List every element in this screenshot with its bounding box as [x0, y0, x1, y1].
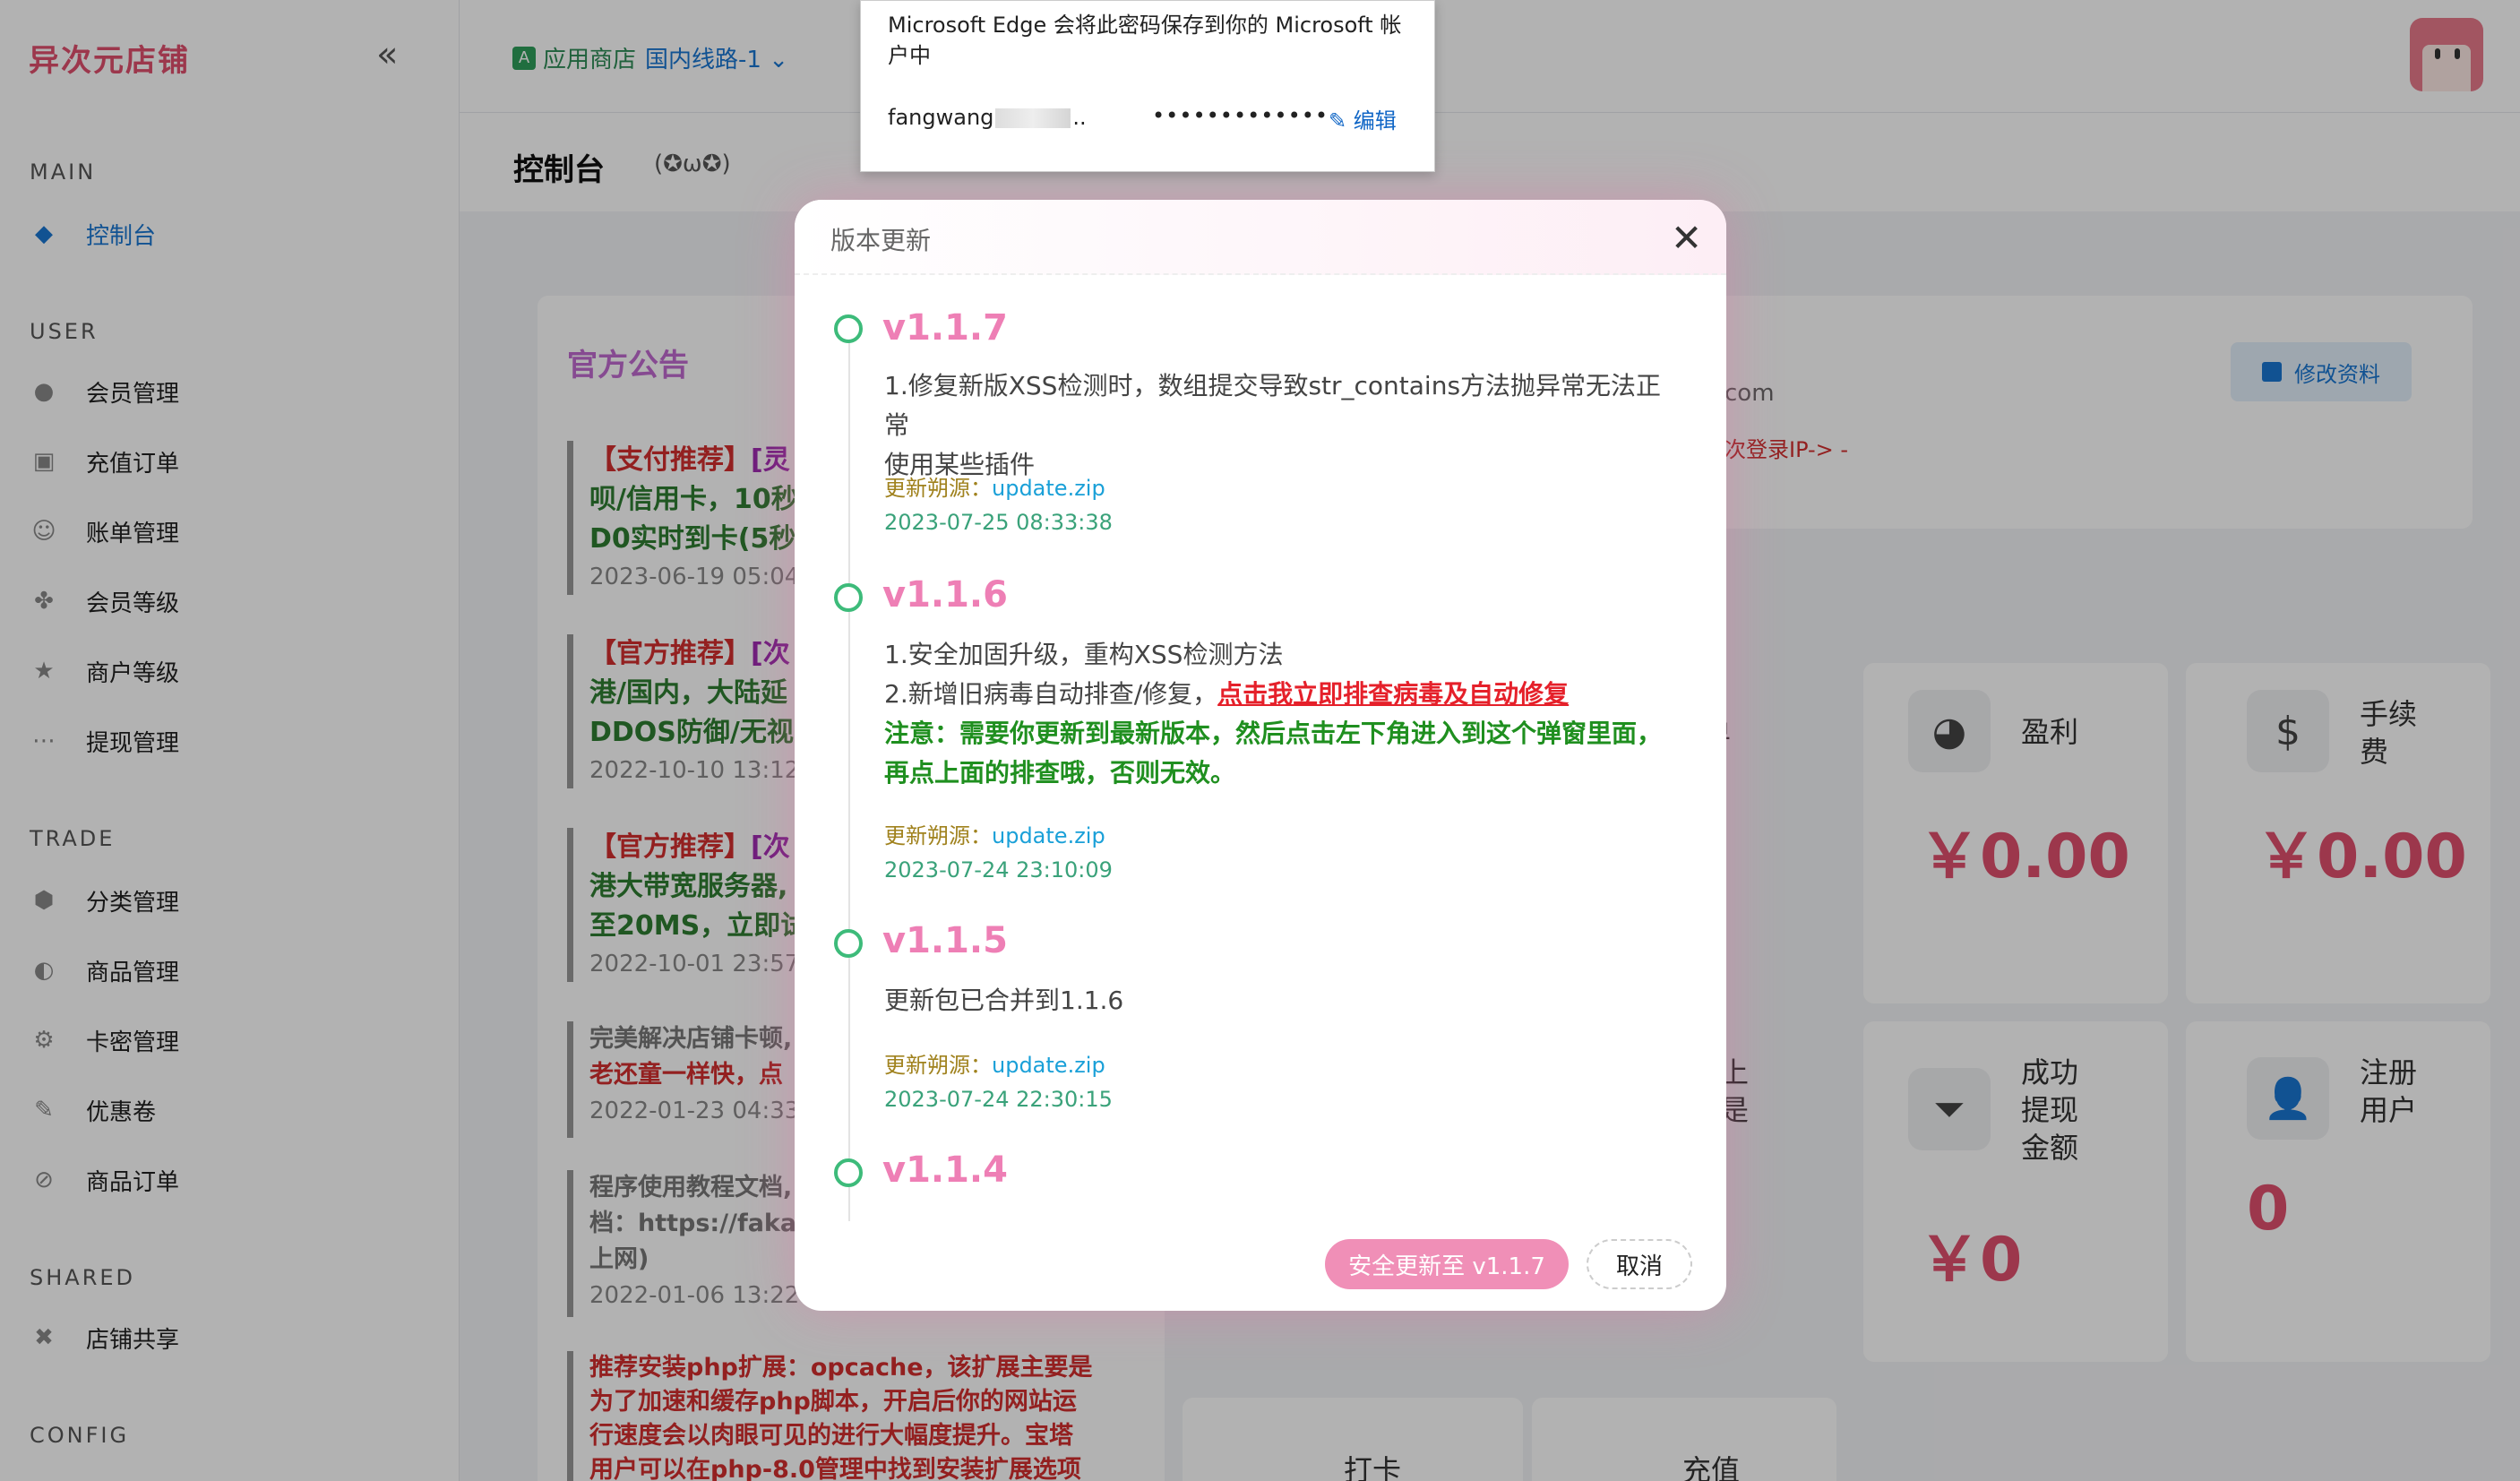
- source-link[interactable]: update.zip: [992, 1053, 1105, 1078]
- edge-password-popup: Microsoft Edge 会将此密码保存到你的 Microsoft 帐户中 …: [860, 0, 1435, 172]
- modal-header: [795, 200, 1726, 275]
- edge-save-message: Microsoft Edge 会将此密码保存到你的 Microsoft 帐户中: [888, 13, 1402, 68]
- edge-edit-link[interactable]: ✎ 编辑: [1329, 103, 1397, 134]
- timeline-dot: [834, 929, 863, 958]
- modal-title: 版本更新: [830, 226, 932, 255]
- pencil-icon: ✎: [1329, 108, 1347, 133]
- cancel-button[interactable]: 取消: [1587, 1239, 1692, 1289]
- safe-update-button[interactable]: 安全更新至 v1.1.7: [1325, 1239, 1569, 1289]
- edge-password: •••••••••••••: [1152, 103, 1329, 128]
- version-date: 2023-07-24 22:30:15: [884, 1087, 1113, 1112]
- version-notes: 1.修复新版XSS检测时，数组提交导致str_contains方法抛异常无法正常…: [884, 371, 1662, 479]
- version-number: v1.1.4: [882, 1149, 1008, 1191]
- source-link[interactable]: update.zip: [992, 823, 1105, 848]
- blurred-text: [995, 108, 1071, 128]
- version-source: 更新朔源：update.zip: [884, 476, 1105, 501]
- virus-scan-link[interactable]: 点击我立即排查病毒及自动修复: [1217, 679, 1569, 709]
- version-number: v1.1.6: [882, 574, 1008, 616]
- timeline-dot: [834, 314, 863, 343]
- version-date: 2023-07-24 23:10:09: [884, 857, 1113, 883]
- version-notes: 更新包已合并到1.1.6: [884, 986, 1124, 1015]
- timeline-dot: [834, 1158, 863, 1187]
- close-icon[interactable]: ✕: [1671, 216, 1702, 260]
- timeline-dot: [834, 583, 863, 612]
- edge-username: fangwang..: [888, 105, 1087, 130]
- timeline-line: [848, 325, 850, 1221]
- version-update-modal: 版本更新 ✕ v1.1.7 1.修复新版XSS检测时，数组提交导致str_con…: [795, 200, 1726, 1311]
- version-source: 更新朔源：update.zip: [884, 1053, 1105, 1078]
- version-notes: 1.安全加固升级，重构XSS检测方法 2.新增旧病毒自动排查/修复，点击我立即排…: [884, 640, 1663, 788]
- version-source: 更新朔源：update.zip: [884, 823, 1105, 848]
- version-number: v1.1.5: [882, 920, 1008, 961]
- version-number: v1.1.7: [882, 307, 1008, 349]
- version-date: 2023-07-25 08:33:38: [884, 510, 1113, 535]
- source-link[interactable]: update.zip: [992, 476, 1105, 501]
